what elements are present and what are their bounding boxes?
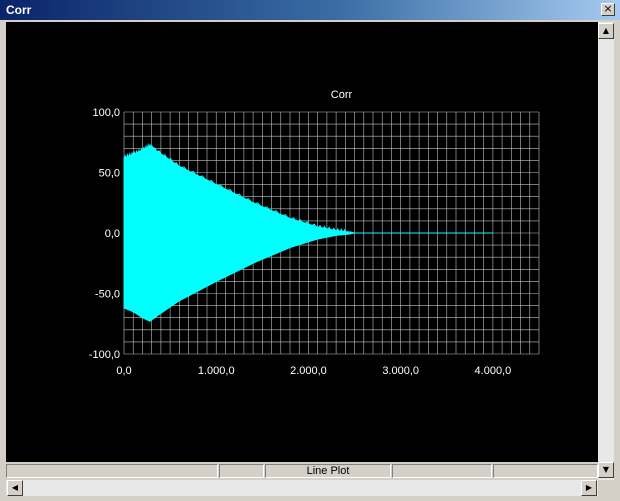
status-bar: Line Plot — [6, 463, 598, 479]
y-tick-label: -100,0 — [89, 349, 120, 361]
close-button[interactable]: × — [601, 3, 615, 16]
line-plot-chart: Corr 100,0 50,0 0,0 -50,0 -100,0 0,0 1.000,0 2.0… — [89, 89, 540, 377]
status-pane-5 — [493, 464, 598, 478]
status-pane-2 — [219, 464, 264, 478]
status-pane-1 — [6, 464, 218, 478]
vertical-scrollbar[interactable]: ▲ ▼ — [598, 22, 614, 480]
y-tick-label: 100,0 — [92, 107, 120, 119]
x-tick-label: 0,0 — [116, 365, 131, 377]
series-envelope — [123, 145, 355, 322]
scroll-down-button[interactable]: ▼ — [598, 462, 614, 478]
scroll-up-button[interactable]: ▲ — [598, 23, 614, 39]
scroll-left-button[interactable]: ◀ — [7, 480, 23, 496]
scroll-right-button[interactable]: ▶ — [581, 480, 597, 496]
y-tick-label: 0,0 — [105, 228, 120, 240]
window-title: Corr — [6, 3, 32, 17]
y-tick-label: -50,0 — [95, 289, 120, 301]
x-tick-label: 2.000,0 — [290, 365, 327, 377]
x-tick-label: 4.000,0 — [475, 365, 512, 377]
x-tick-label: 3.000,0 — [382, 365, 419, 377]
x-tick-label: 1.000,0 — [198, 365, 235, 377]
status-pane-4 — [392, 464, 492, 478]
corr-window: Corr × Corr 100,0 50,0 0,0 -50,0 -100,0 0,0 1.0… — [0, 0, 620, 501]
window-edge — [615, 22, 620, 492]
chart-title: Corr — [331, 89, 353, 101]
horizontal-scrollbar[interactable]: ◀ ▶ — [6, 480, 598, 496]
plot-area: Corr 100,0 50,0 0,0 -50,0 -100,0 0,0 1.000,0 2.0… — [6, 22, 598, 462]
status-pane-plot-type: Line Plot — [265, 464, 391, 478]
title-bar[interactable]: Corr × — [0, 0, 620, 20]
resize-grip[interactable] — [598, 480, 614, 496]
y-tick-label: 50,0 — [99, 168, 120, 180]
